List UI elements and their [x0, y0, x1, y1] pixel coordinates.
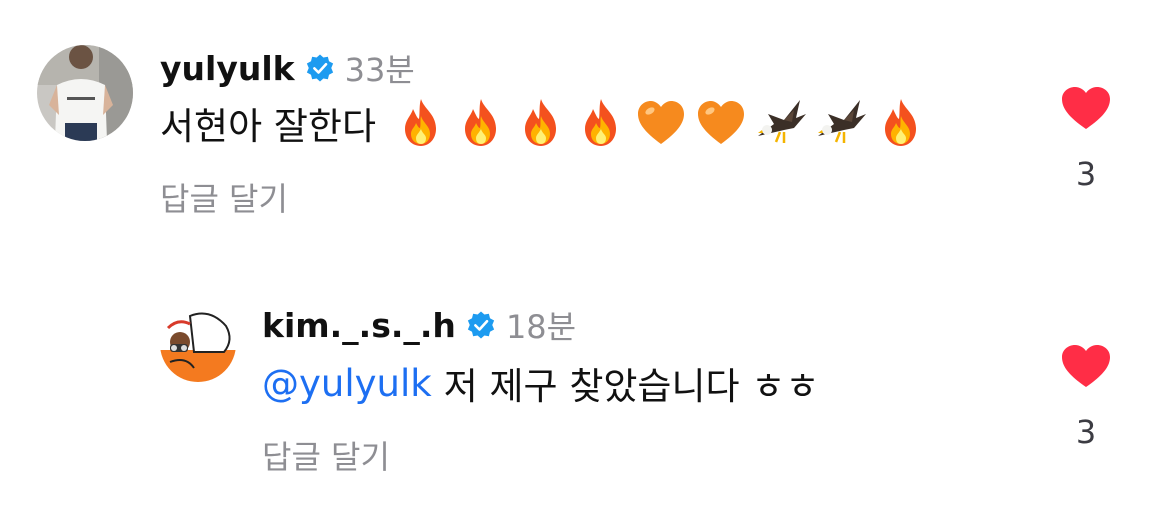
- heart-icon[interactable]: [1060, 85, 1112, 131]
- comment-body: 서현아 잘한다: [160, 98, 934, 148]
- comment-time: 33분: [344, 51, 415, 89]
- eagle-emoji-icon: [758, 100, 807, 143]
- comment-time: 18분: [505, 308, 577, 346]
- avatar[interactable]: [160, 306, 236, 382]
- orange-heart-emoji-icon: [698, 101, 745, 144]
- comment-header: yulyulk 33분: [160, 47, 415, 90]
- orange-heart-emoji-icon: [638, 101, 685, 144]
- eagle-emoji-icon: [818, 100, 867, 143]
- username[interactable]: yulyulk: [160, 49, 295, 88]
- heart-icon[interactable]: [1060, 343, 1112, 389]
- like-count: 3: [1075, 413, 1097, 451]
- comment-header: kim._.s._.h 18분: [262, 304, 577, 347]
- fire-emoji-icon: [465, 99, 497, 146]
- mention-link[interactable]: @yulyulk: [262, 362, 432, 405]
- comment-body: @yulyulk 저 제구 찾았습니다 ㅎㅎ: [262, 358, 820, 409]
- comment-text: 저 제구 찾았습니다 ㅎㅎ: [443, 365, 820, 408]
- avatar[interactable]: [37, 45, 133, 141]
- reply-button[interactable]: 답글 달기: [262, 432, 390, 478]
- like-control: 3: [1059, 85, 1113, 193]
- comment: yulyulk 33분 서현아 잘한다 답글 달기 3: [0, 0, 1170, 240]
- fire-emoji-icon: [525, 99, 557, 146]
- username[interactable]: kim._.s._.h: [262, 306, 456, 345]
- like-control: 3: [1059, 343, 1113, 451]
- fire-emoji-icon: [585, 99, 617, 146]
- comment-text: 서현아 잘한다: [160, 105, 377, 148]
- verified-badge-icon: [306, 54, 333, 82]
- like-count: 3: [1075, 155, 1097, 193]
- fire-emoji-icon: [885, 99, 917, 146]
- fire-emoji-icon: [405, 99, 437, 146]
- reply-comment: kim._.s._.h 18분 @yulyulk 저 제구 찾았습니다 ㅎㅎ 답…: [0, 280, 1170, 521]
- emoji-sequence: [394, 96, 934, 150]
- reply-button[interactable]: 답글 달기: [160, 174, 288, 220]
- verified-badge-icon: [467, 311, 495, 339]
